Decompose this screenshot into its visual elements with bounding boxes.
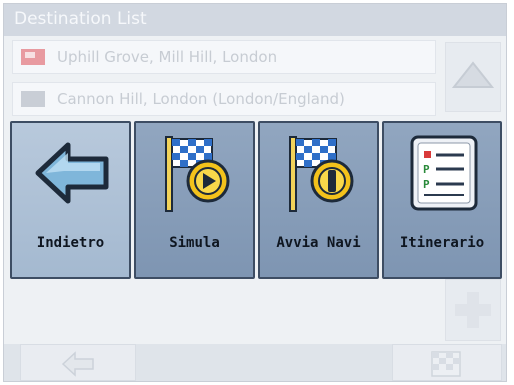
action-menu: Indietro Simula Avvia Navi P P Itinerari… bbox=[10, 121, 502, 279]
itinerary-label: Itinerario bbox=[399, 235, 485, 251]
destination-list: Uphill Grove, Mill Hill, London Cannon H… bbox=[12, 40, 436, 124]
add-button[interactable] bbox=[445, 279, 501, 341]
bottom-toolbar bbox=[4, 344, 506, 381]
bottom-map-button[interactable] bbox=[392, 344, 502, 381]
flag-icon bbox=[21, 49, 45, 65]
start-navigation-button[interactable]: Avvia Navi bbox=[258, 121, 379, 279]
back-button[interactable]: Indietro bbox=[10, 121, 131, 279]
plus-icon bbox=[455, 292, 491, 328]
list-item[interactable]: Uphill Grove, Mill Hill, London bbox=[12, 40, 436, 74]
checkered-flag-start-icon bbox=[289, 136, 354, 212]
list-item[interactable]: Cannon Hill, London (London/England) bbox=[12, 82, 436, 116]
destination-label: Cannon Hill, London (London/England) bbox=[57, 90, 345, 108]
back-arrow-icon bbox=[35, 142, 109, 204]
itinerary-button[interactable]: P P Itinerario bbox=[382, 121, 502, 279]
simulate-label: Simula bbox=[169, 235, 220, 251]
destination-screen: Destination List Uphill Grove, Mill Hill… bbox=[4, 4, 506, 381]
flag-icon bbox=[21, 91, 45, 107]
arrow-up-icon bbox=[452, 61, 494, 88]
start-navigation-label: Avvia Navi bbox=[276, 235, 361, 251]
back-label: Indietro bbox=[36, 235, 105, 251]
itinerary-list-icon: P P bbox=[410, 135, 478, 211]
svg-text:P: P bbox=[423, 163, 430, 176]
svg-text:P: P bbox=[423, 178, 430, 191]
checkered-grid-icon bbox=[431, 351, 461, 377]
simulate-button[interactable]: Simula bbox=[134, 121, 255, 279]
destination-label: Uphill Grove, Mill Hill, London bbox=[57, 48, 278, 66]
bottom-back-button[interactable] bbox=[20, 344, 136, 381]
checkered-flag-play-icon bbox=[165, 136, 230, 212]
back-arrow-icon bbox=[61, 351, 94, 377]
scroll-up-button[interactable] bbox=[445, 42, 501, 112]
page-title: Destination List bbox=[4, 4, 506, 36]
